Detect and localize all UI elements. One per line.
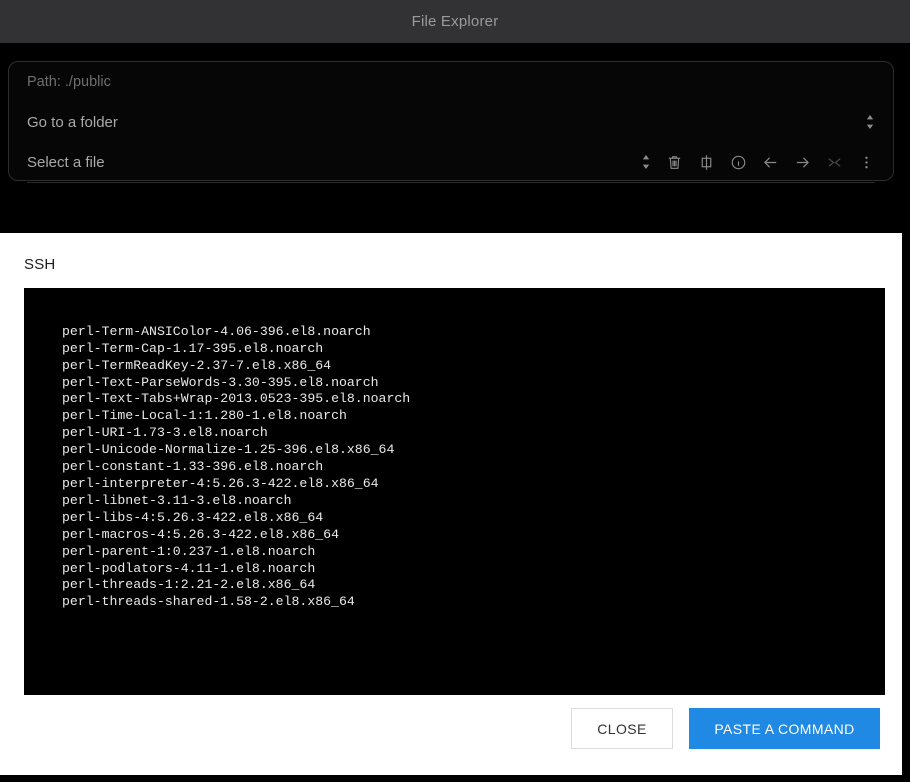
terminal-package-line: perl-Term-Cap-1.17-395.el8.noarch <box>62 340 324 356</box>
ssh-dialog-actions: CLOSE PASTE A COMMAND <box>571 708 880 749</box>
terminal-package-line: perl-parent-1:0.237-1.el8.noarch <box>62 543 316 559</box>
terminal-package-line: perl-Text-ParseWords-3.30-395.el8.noarch <box>62 374 379 390</box>
terminal-package-line: perl-constant-1.33-396.el8.noarch <box>62 459 324 475</box>
file-select-row[interactable]: Select a file <box>27 142 875 183</box>
terminal-package-line: perl-libs-4:5.26.3-422.el8.x86_64 <box>62 509 324 525</box>
window-titlebar: File Explorer <box>0 0 910 43</box>
trash-icon[interactable] <box>665 153 683 171</box>
terminal-text: perl-Term-ANSIColor-4.06-396.el8.noarch p… <box>24 288 885 695</box>
file-select-actions <box>641 153 875 171</box>
terminal-package-line: perl-podlators-4.11-1.el8.noarch <box>62 560 316 576</box>
sort-icon[interactable] <box>865 113 875 131</box>
terminal-package-line: perl-libnet-3.11-3.el8.noarch <box>62 492 292 508</box>
folder-select-row[interactable]: Go to a folder <box>27 102 875 142</box>
terminal-package-line: perl-Unicode-Normalize-1.25-396.el8.x86_… <box>62 442 395 458</box>
terminal-package-line: perl-macros-4:5.26.3-422.el8.x86_64 <box>62 526 339 542</box>
terminal-package-line: perl-Term-ANSIColor-4.06-396.el8.noarch <box>62 323 371 339</box>
file-explorer-panel: Path: ./public Go to a folder Select a f… <box>8 61 894 183</box>
ssh-dialog-title: SSH <box>24 256 56 273</box>
arrow-right-icon[interactable] <box>793 153 811 171</box>
terminal-package-line: perl-URI-1.73-3.el8.noarch <box>62 425 268 441</box>
terminal-package-line: perl-threads-shared-1.58-2.el8.x86_64 <box>62 594 355 610</box>
file-select-label: Select a file <box>27 153 105 171</box>
path-label: Path: ./public <box>27 74 111 90</box>
terminal-package-line: perl-interpreter-4:5.26.3-422.el8.x86_64 <box>62 475 379 491</box>
terminal-package-list: perl-Term-ANSIColor-4.06-396.el8.noarch p… <box>44 324 885 611</box>
arrow-left-icon[interactable] <box>761 153 779 171</box>
terminal-package-line: perl-Text-Tabs+Wrap-2013.0523-395.el8.no… <box>62 391 411 407</box>
compare-icon[interactable] <box>697 153 715 171</box>
folder-select-label: Go to a folder <box>27 113 118 131</box>
more-vertical-icon[interactable] <box>857 153 875 171</box>
ssh-dialog: SSH perl-Term-ANSIColor-4.06-396.el8.noa… <box>0 233 902 775</box>
page-title: File Explorer <box>411 13 499 30</box>
terminal-output[interactable]: perl-Term-ANSIColor-4.06-396.el8.noarch p… <box>24 288 885 695</box>
info-icon[interactable] <box>729 153 747 171</box>
close-button[interactable]: CLOSE <box>571 708 673 749</box>
file-explorer-section: Path: ./public Go to a folder Select a f… <box>0 43 910 233</box>
app-root: File Explorer Path: ./public Go to a fol… <box>0 0 910 782</box>
paste-command-button[interactable]: PASTE A COMMAND <box>689 708 880 749</box>
sort-icon[interactable] <box>641 153 651 171</box>
path-row: Path: ./public <box>27 62 875 102</box>
terminal-package-line: perl-Time-Local-1:1.280-1.el8.noarch <box>62 408 347 424</box>
terminal-package-line: perl-TermReadKey-2.37-7.el8.x86_64 <box>62 357 332 373</box>
terminal-package-line: perl-threads-1:2.21-2.el8.x86_64 <box>62 577 316 593</box>
shuffle-icon[interactable] <box>825 153 843 171</box>
